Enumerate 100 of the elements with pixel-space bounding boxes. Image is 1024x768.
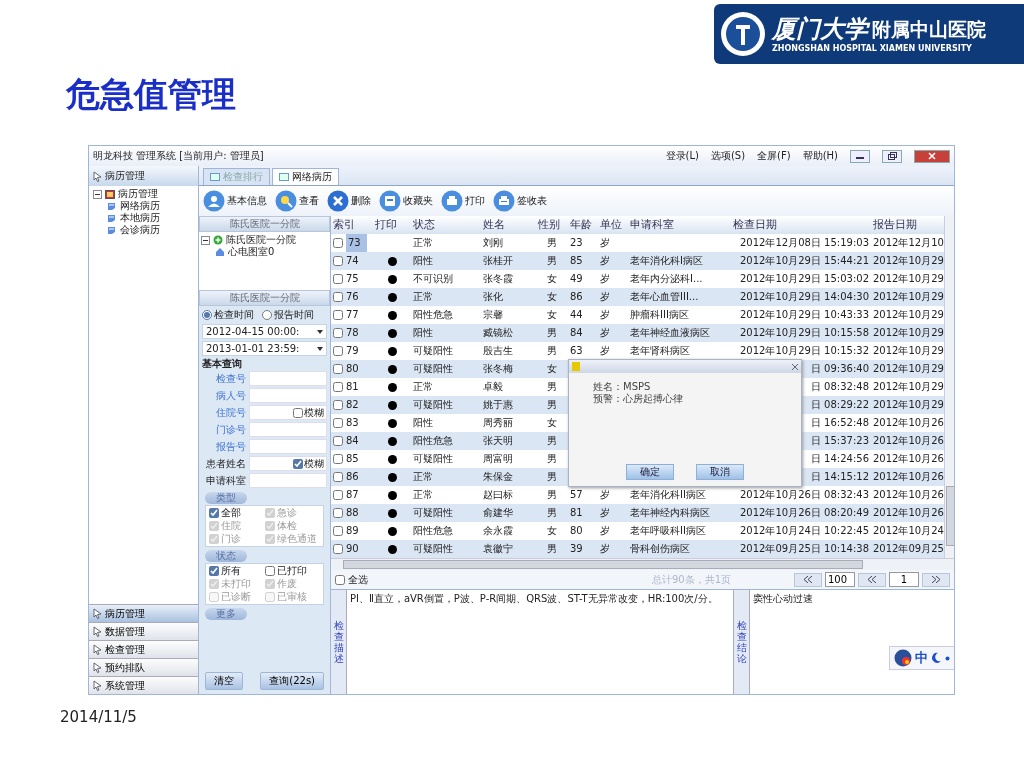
toolbar-button[interactable]: 删除: [327, 190, 371, 212]
table-cell[interactable]: 74: [346, 255, 359, 267]
table-cell[interactable]: 75: [346, 273, 359, 285]
table-cell[interactable]: 85: [346, 453, 359, 465]
checkbox[interactable]: [333, 328, 343, 338]
scroll-thumb[interactable]: [946, 486, 954, 546]
tree-item[interactable]: 陈氏医院一分院: [226, 234, 296, 246]
page-field[interactable]: 1: [889, 572, 919, 587]
checkbox[interactable]: [333, 472, 343, 482]
column-header[interactable]: 报告日期: [871, 216, 944, 234]
minimize-button[interactable]: [850, 149, 870, 163]
tree-item[interactable]: 本地病历: [120, 212, 160, 224]
checkbox[interactable]: [335, 574, 345, 585]
tab[interactable]: 网络病历: [272, 168, 339, 185]
table-cell[interactable]: 86: [346, 471, 359, 483]
checkbox[interactable]: [333, 382, 343, 392]
table-cell[interactable]: 88: [346, 507, 359, 519]
column-header[interactable]: 检查日期: [731, 216, 871, 234]
table-cell[interactable]: 73: [346, 234, 367, 252]
table-cell[interactable]: 90: [346, 543, 359, 555]
collapse-icon[interactable]: [93, 189, 102, 199]
column-header[interactable]: 打印: [373, 216, 411, 234]
input-field[interactable]: [249, 422, 327, 437]
input-field[interactable]: 模糊: [249, 456, 327, 471]
toolbar-button[interactable]: 打印: [441, 190, 485, 212]
input-field[interactable]: [249, 388, 327, 403]
dialog-button[interactable]: 取消: [696, 464, 744, 480]
tree-item[interactable]: 网络病历: [120, 200, 160, 212]
input-field[interactable]: [249, 473, 327, 488]
checkbox[interactable]: [293, 458, 303, 469]
checkbox[interactable]: [333, 508, 343, 518]
table-cell[interactable]: 78: [346, 327, 359, 339]
column-header[interactable]: 性别: [536, 216, 568, 234]
dot-icon[interactable]: [945, 655, 950, 661]
table-cell[interactable]: 80: [346, 363, 359, 375]
checkbox[interactable]: [209, 508, 219, 518]
checkbox[interactable]: [333, 292, 343, 302]
close-button[interactable]: [914, 149, 950, 163]
checkbox[interactable]: [333, 310, 343, 320]
checkbox[interactable]: [264, 566, 275, 576]
date-dropdown[interactable]: 2012-04-15 00:00:: [202, 324, 327, 339]
checkbox[interactable]: [333, 364, 343, 374]
first-page-button[interactable]: [794, 572, 822, 587]
checkbox[interactable]: [333, 256, 343, 266]
checkbox[interactable]: [333, 454, 343, 464]
input-field[interactable]: [249, 371, 327, 386]
toolbar-button[interactable]: 基本信息: [203, 190, 267, 212]
horizontal-scrollbar[interactable]: [331, 558, 954, 570]
tree-item[interactable]: 会诊病历: [120, 224, 160, 236]
previous-page-button[interactable]: [858, 572, 886, 587]
vertical-scrollbar[interactable]: [944, 216, 954, 558]
restore-button[interactable]: [882, 149, 902, 163]
moon-icon[interactable]: [931, 652, 942, 664]
column-header[interactable]: 姓名: [481, 216, 536, 234]
table-cell[interactable]: 84: [346, 435, 359, 447]
input-field[interactable]: [249, 439, 327, 454]
checkbox[interactable]: [209, 566, 219, 576]
table-cell[interactable]: 89: [346, 525, 359, 537]
input-field[interactable]: 模糊: [249, 405, 327, 420]
next-page-button[interactable]: [922, 572, 950, 587]
collapse-icon[interactable]: [201, 235, 210, 245]
column-header[interactable]: 状态: [411, 216, 481, 234]
menu-item[interactable]: 全屏(F): [757, 150, 791, 162]
menu-item[interactable]: 选项(S): [710, 150, 746, 162]
column-header[interactable]: 索引: [331, 216, 373, 234]
toolbar-button[interactable]: 收藏夹: [379, 190, 433, 212]
checkbox[interactable]: [333, 274, 343, 284]
table-cell[interactable]: 87: [346, 489, 359, 501]
table-cell[interactable]: 76: [346, 291, 359, 303]
checkbox[interactable]: [333, 544, 343, 554]
checkbox[interactable]: [333, 526, 343, 536]
checkbox[interactable]: [333, 400, 343, 410]
close-icon[interactable]: [792, 363, 798, 370]
table-cell[interactable]: 77: [346, 309, 359, 321]
dialog-button[interactable]: 确定: [626, 464, 674, 480]
scroll-thumb[interactable]: [343, 560, 863, 569]
column-header[interactable]: 年龄: [568, 216, 598, 234]
table-cell[interactable]: 79: [346, 345, 359, 357]
ime-mode-label[interactable]: 中: [915, 650, 928, 666]
table-cell[interactable]: 82: [346, 399, 359, 411]
action-button[interactable]: 清空: [205, 672, 243, 690]
menu-item[interactable]: 帮助(H): [802, 150, 838, 162]
table-cell[interactable]: 83: [346, 417, 359, 429]
checkbox[interactable]: [333, 490, 343, 500]
nav-button[interactable]: 病历管理: [89, 604, 198, 622]
page-size-field[interactable]: 100: [825, 572, 855, 587]
tree-item[interactable]: 病历管理: [118, 188, 158, 200]
checkbox[interactable]: [333, 238, 343, 248]
checkbox[interactable]: [293, 407, 303, 418]
date-dropdown[interactable]: 2013-01-01 23:59:: [202, 341, 327, 356]
column-header[interactable]: 单位: [598, 216, 628, 234]
table-cell[interactable]: 81: [346, 381, 359, 393]
nav-button[interactable]: 检查管理: [89, 640, 198, 658]
radio-button[interactable]: [262, 309, 272, 320]
checkbox[interactable]: [333, 346, 343, 356]
radio-button[interactable]: [202, 309, 212, 320]
column-header[interactable]: 申请科室: [628, 216, 731, 234]
nav-button[interactable]: 数据管理: [89, 622, 198, 640]
checkbox[interactable]: [333, 436, 343, 446]
toolbar-button[interactable]: 签收表: [493, 190, 547, 212]
